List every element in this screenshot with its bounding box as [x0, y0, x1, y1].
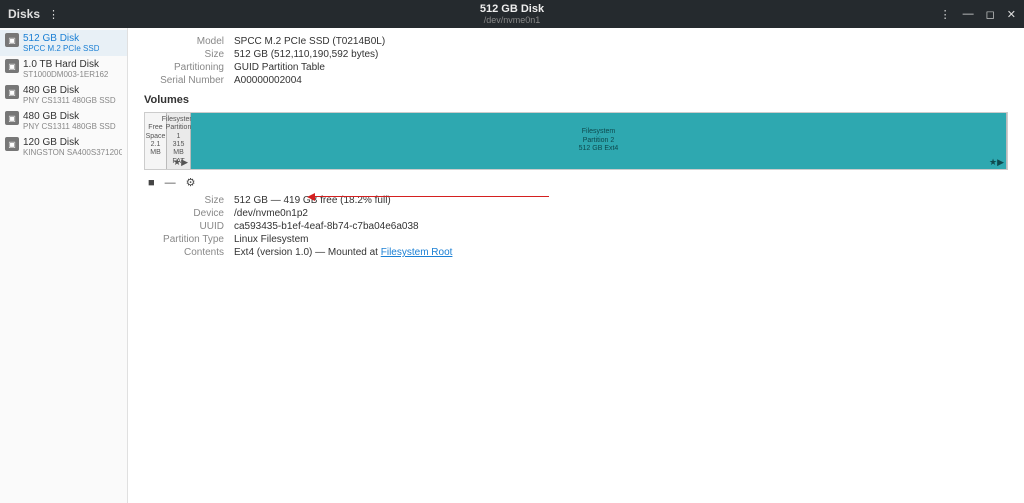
- window-subtitle: /dev/nvme0n1: [128, 15, 896, 25]
- hdd-icon: ▣: [5, 33, 19, 47]
- value-contents: Ext4 (version 1.0) — Mounted at Filesyst…: [234, 247, 452, 258]
- disk-sub: PNY CS1311 480GB SSD: [23, 96, 116, 105]
- volume-partition-1[interactable]: Filesystem Partition 1 315 MB FAT ★▶: [167, 113, 191, 169]
- options-icon[interactable]: ⚙: [186, 176, 196, 189]
- disk-list: ▣ 512 GB Disk SPCC M.2 PCIe SSD ▣ 1.0 TB…: [0, 28, 128, 503]
- disk-sub: SPCC M.2 PCIe SSD: [23, 44, 99, 53]
- drive-menu-icon[interactable]: ⋮: [940, 8, 951, 21]
- close-icon[interactable]: ✕: [1007, 8, 1016, 21]
- label-serial: Serial Number: [144, 75, 234, 86]
- value-ptype: Linux Filesystem: [234, 234, 308, 245]
- disk-item-0[interactable]: ▣ 512 GB Disk SPCC M.2 PCIe SSD: [0, 30, 127, 56]
- star-play-icon: ★▶: [989, 157, 1004, 168]
- disk-title: 480 GB Disk: [23, 85, 116, 96]
- hdd-icon: ▣: [5, 137, 19, 151]
- unmount-icon[interactable]: ■: [148, 177, 155, 189]
- value-size: 512 GB (512,110,190,592 bytes): [234, 49, 378, 60]
- label-uuid: UUID: [144, 221, 234, 232]
- minimize-icon[interactable]: —: [963, 8, 974, 20]
- titlebar: Disks ⋮ 512 GB Disk /dev/nvme0n1 ⋮ — ◻ ✕: [0, 0, 1024, 28]
- hdd-icon: ▣: [5, 111, 19, 125]
- filesystem-root-link[interactable]: Filesystem Root: [381, 247, 453, 258]
- label-device: Device: [144, 208, 234, 219]
- label-psize: Size: [144, 195, 234, 206]
- disk-sub: PNY CS1311 480GB SSD: [23, 122, 116, 131]
- app-menu-icon[interactable]: ⋮: [48, 8, 59, 21]
- volumes-heading: Volumes: [144, 94, 1008, 106]
- value-device: /dev/nvme0n1p2: [234, 208, 308, 219]
- disk-item-1[interactable]: ▣ 1.0 TB Hard Disk ST1000DM003-1ER162: [0, 56, 127, 82]
- disk-title: 120 GB Disk: [23, 137, 122, 148]
- disk-title: 512 GB Disk: [23, 33, 99, 44]
- hdd-icon: ▣: [5, 59, 19, 73]
- disk-item-4[interactable]: ▣ 120 GB Disk KINGSTON SA400S37120G: [0, 134, 127, 160]
- label-model: Model: [144, 36, 234, 47]
- label-size: Size: [144, 49, 234, 60]
- delete-icon[interactable]: —: [165, 177, 176, 189]
- maximize-icon[interactable]: ◻: [986, 8, 995, 21]
- value-uuid: ca593435-b1ef-4eaf-8b74-c7ba04e6a038: [234, 221, 419, 232]
- disk-title: 480 GB Disk: [23, 111, 116, 122]
- main-panel: ModelSPCC M.2 PCIe SSD (T0214B0L) Size51…: [128, 28, 1024, 503]
- volume-partition-2[interactable]: Filesystem Partition 2 512 GB Ext4 ★▶: [191, 113, 1007, 169]
- app-name: Disks: [8, 7, 40, 21]
- value-partitioning: GUID Partition Table: [234, 62, 325, 73]
- hdd-icon: ▣: [5, 85, 19, 99]
- disk-item-3[interactable]: ▣ 480 GB Disk PNY CS1311 480GB SSD: [0, 108, 127, 134]
- label-contents: Contents: [144, 247, 234, 258]
- disk-title: 1.0 TB Hard Disk: [23, 59, 108, 70]
- label-ptype: Partition Type: [144, 234, 234, 245]
- disk-sub: ST1000DM003-1ER162: [23, 70, 108, 79]
- label-partitioning: Partitioning: [144, 62, 234, 73]
- window-title: 512 GB Disk: [128, 3, 896, 15]
- star-play-icon: ★▶: [173, 157, 188, 168]
- disk-sub: KINGSTON SA400S37120G: [23, 148, 122, 157]
- value-serial: A00000002004: [234, 75, 302, 86]
- volumes-bar: Free Space 2.1 MB Filesystem Partition 1…: [144, 112, 1008, 170]
- value-model: SPCC M.2 PCIe SSD (T0214B0L): [234, 36, 385, 47]
- volume-toolbar: ■ — ⚙: [144, 170, 1008, 195]
- disk-item-2[interactable]: ▣ 480 GB Disk PNY CS1311 480GB SSD: [0, 82, 127, 108]
